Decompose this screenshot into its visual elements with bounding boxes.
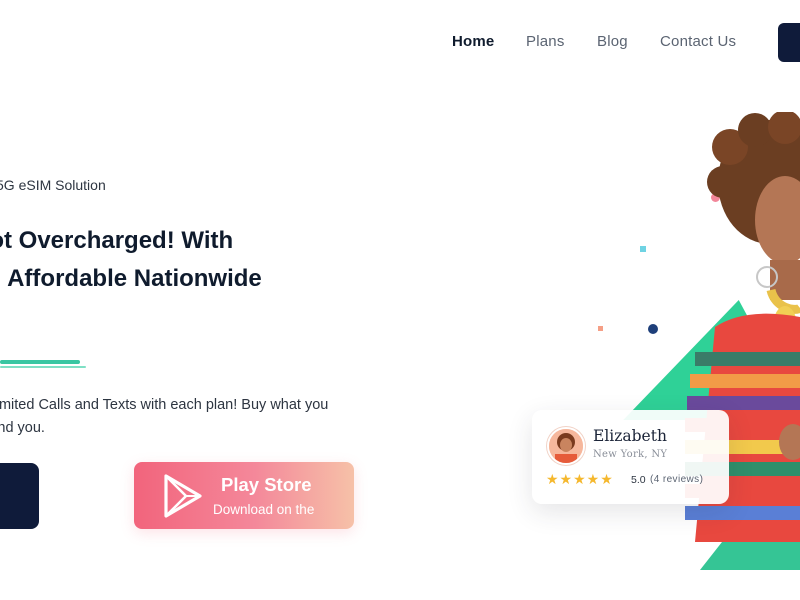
top-navigation: Home Plans Blog Contact Us <box>0 0 800 86</box>
nav-cta-button[interactable] <box>778 23 800 62</box>
hero-headline-line-2: nd Affordable Nationwide <box>0 265 262 292</box>
review-count: (4 reviews) <box>650 474 704 485</box>
nav-blog-link[interactable]: Blog <box>597 33 628 50</box>
headline-underline <box>0 360 80 364</box>
reviewer-location: New York, NY <box>593 449 668 460</box>
decor-square-peach <box>598 326 603 331</box>
reviewer-avatar <box>547 427 585 465</box>
play-store-title: Play Store <box>221 474 312 495</box>
nav-home-link[interactable]: Home <box>452 33 494 50</box>
review-card: Elizabeth New York, NY ★★★★★ 5.0 (4 revi… <box>532 410 729 504</box>
headline-underline-accent <box>0 366 86 368</box>
hero-headline-line-1: Not Overcharged! With <box>0 227 234 254</box>
app-store-button[interactable]: e <box>0 463 39 529</box>
hero-description-line-1: Unlimited Calls and Texts with each plan… <box>0 397 329 413</box>
reviewer-name: Elizabeth <box>593 427 667 445</box>
rating-stars: ★★★★★ <box>546 471 614 487</box>
hero-description: Unlimited Calls and Texts with each plan… <box>0 394 394 440</box>
hero-headline: Not Overcharged! With nd Affordable Nati… <box>0 222 352 298</box>
play-store-button[interactable]: Play Store Download on the <box>134 462 354 529</box>
nav-contact-us-link[interactable]: Contact Us <box>660 33 736 50</box>
play-store-subtitle: Download on the <box>213 502 315 517</box>
nav-plans-link[interactable]: Plans <box>526 33 565 50</box>
hero-description-line-2: o bind you. <box>0 420 45 436</box>
hero-eyebrow: 5G eSIM Solution <box>0 177 106 193</box>
decor-square-cyan <box>640 246 646 252</box>
play-store-icon <box>162 473 204 524</box>
rating-value: 5.0 <box>631 474 646 486</box>
